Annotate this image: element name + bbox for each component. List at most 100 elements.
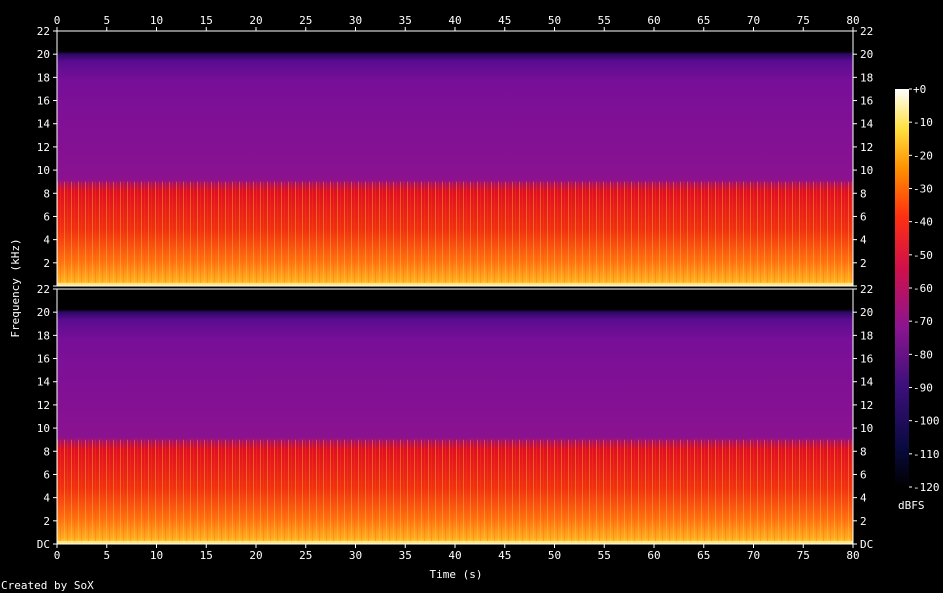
y-tick-label-left: 16 (37, 95, 50, 108)
x-tick-label-top: 5 (103, 14, 110, 27)
y-tick-label-left: 20 (37, 48, 50, 61)
colorbar-ticks: +0 -10 -20 -30 -40 -50 -60 -70 -80 -90 -100 -110 -12… (909, 83, 940, 494)
y-tick-label-right: 12 (860, 141, 873, 154)
y-tick-label-left: 4 (43, 492, 50, 505)
y-tick-label-right: 12 (860, 399, 873, 412)
y-tick-label-right: 8 (860, 445, 867, 458)
x-tick-label-top: 20 (249, 14, 262, 27)
x-tick-label-bottom: 65 (697, 549, 710, 562)
colorbar-tick-label: -100 (913, 415, 940, 428)
x-tick-label-top: 70 (747, 14, 760, 27)
created-by-credit: Created by SoX (1, 579, 94, 592)
y-tick-label-left: 10 (37, 422, 50, 435)
y-tick-label-left: 8 (43, 445, 50, 458)
y-tick-label-left: 2 (43, 257, 50, 270)
colorbar-tick-label: +0 (913, 83, 926, 96)
y-tick-label-right: 22 (860, 25, 873, 38)
y-tick-label-right: 10 (860, 164, 873, 177)
y-axis-label: Frequency (kHz) (9, 238, 22, 337)
y-tick-label-right: 14 (860, 376, 874, 389)
x-tick-label-top: 35 (399, 14, 412, 27)
x-tick-label-top: 15 (200, 14, 213, 27)
y-tick-label-right: 2 (860, 515, 867, 528)
y-tick-label-right: 16 (860, 95, 873, 108)
x-tick-label-top: 65 (697, 14, 710, 27)
x-tick-label-top: 30 (349, 14, 362, 27)
y-tick-label-left: 18 (37, 71, 50, 84)
x-tick-label-bottom: 75 (797, 549, 810, 562)
y-tick-label-left: 18 (37, 329, 50, 342)
x-tick-label-bottom: 20 (249, 549, 262, 562)
y-tick-label-left: 22 (37, 283, 50, 296)
y-tick-label-left: 10 (37, 164, 50, 177)
y-tick-label-left: 2 (43, 515, 50, 528)
y-tick-label-right: 8 (860, 187, 867, 200)
colorbar-tick-label: -90 (913, 382, 933, 395)
y-tick-label-left: 6 (43, 468, 50, 481)
x-tick-label-bottom: 80 (846, 549, 859, 562)
y-tick-label-right: 18 (860, 329, 873, 342)
x-tick-label-bottom: 45 (498, 549, 511, 562)
y-tick-label-right: 18 (860, 71, 873, 84)
colorbar-tick-label: -110 (913, 448, 940, 461)
spectrogram-channel-2 (56, 288, 854, 545)
y-tick-label-left: 6 (43, 210, 50, 223)
x-tick-label-bottom: 35 (399, 549, 412, 562)
x-tick-label-top: 25 (299, 14, 312, 27)
x-tick-label-bottom: 30 (349, 549, 362, 562)
colorbar-tick-label: -50 (913, 249, 933, 262)
x-tick-label-bottom: 0 (54, 549, 61, 562)
y-tick-label-left: 4 (43, 234, 50, 247)
y-tick-label-left: 14 (37, 118, 51, 131)
y-tick-label-right: 10 (860, 422, 873, 435)
x-tick-label-top: 0 (54, 14, 61, 27)
spectrogram-texture (57, 181, 853, 286)
y-tick-label-left: 12 (37, 141, 50, 154)
x-tick-label-bottom: 50 (548, 549, 561, 562)
x-axis-label: Time (s) (430, 568, 483, 581)
x-tick-label-bottom: 25 (299, 549, 312, 562)
x-tick-label-bottom: 5 (103, 549, 110, 562)
spectrogram-chart: 0 5 10 15 20 25 30 35 40 45 50 55 60 65 70 75 80 0 5 10 15 2… (1, 14, 940, 592)
y-tick-label-right: DC (860, 538, 873, 551)
x-tick-label-top: 55 (598, 14, 611, 27)
y-tick-label-right: 6 (860, 210, 867, 223)
y-tick-label-right: 22 (860, 283, 873, 296)
y-tick-label-right: 14 (860, 118, 874, 131)
x-tick-label-top: 80 (846, 14, 859, 27)
colorbar-tick-label: -40 (913, 216, 933, 229)
y-tick-label-left: 22 (37, 25, 50, 38)
y-tick-label-right: 4 (860, 234, 867, 247)
x-tick-label-top: 10 (150, 14, 163, 27)
x-tick-label-bottom: 55 (598, 549, 611, 562)
colorbar-tick-label: -70 (913, 315, 933, 328)
colorbar (895, 89, 909, 487)
colorbar-tick-label: -80 (913, 348, 933, 361)
x-axis-bottom-ticks: 0 5 10 15 20 25 30 35 40 45 50 55 60 65 70 75 80 (54, 544, 860, 562)
colorbar-label: dBFS (898, 499, 925, 512)
colorbar-tick-label: -10 (913, 116, 933, 129)
x-tick-label-bottom: 40 (448, 549, 461, 562)
y-tick-label-left: 8 (43, 187, 50, 200)
spectrogram-channel-1 (56, 30, 854, 287)
y-tick-label-right: 20 (860, 48, 873, 61)
y-tick-label-left: 20 (37, 306, 50, 319)
y-tick-label-right: 20 (860, 306, 873, 319)
y-tick-label-right: 16 (860, 353, 873, 366)
y-tick-label-left: 14 (37, 376, 51, 389)
y-tick-label-left: 16 (37, 353, 50, 366)
x-tick-label-top: 60 (647, 14, 660, 27)
x-tick-label-bottom: 15 (200, 549, 213, 562)
y-tick-label-left: DC (37, 538, 50, 551)
colorbar-tick-label: -120 (913, 481, 940, 494)
colorbar-tick-label: -30 (913, 183, 933, 196)
y-tick-label-right: 2 (860, 257, 867, 270)
x-tick-label-top: 50 (548, 14, 561, 27)
x-axis-top-ticks: 0 5 10 15 20 25 30 35 40 45 50 55 60 65 70 75 80 (54, 14, 860, 31)
x-tick-label-top: 40 (448, 14, 461, 27)
y-tick-label-right: 6 (860, 468, 867, 481)
x-tick-label-bottom: 10 (150, 549, 163, 562)
spectrogram-texture (57, 439, 853, 544)
colorbar-tick-label: -60 (913, 282, 933, 295)
y-tick-label-right: 4 (860, 492, 867, 505)
